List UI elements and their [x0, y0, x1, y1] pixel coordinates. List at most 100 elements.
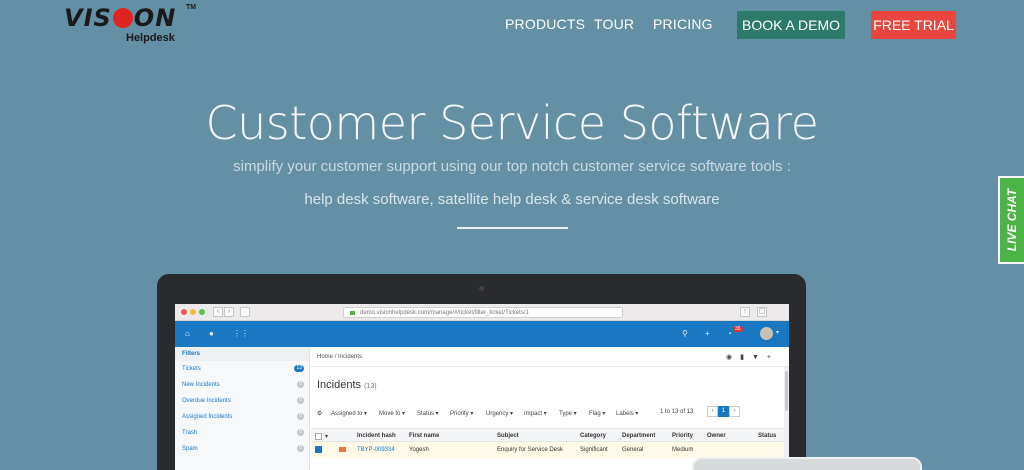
sidebar-toggle-icon[interactable] — [240, 307, 250, 317]
page-title-text: Incidents — [317, 379, 362, 391]
live-chat-button[interactable]: LIVE CHAT — [998, 176, 1024, 264]
book-demo-button[interactable]: BOOK A DEMO — [737, 11, 845, 39]
forward-icon[interactable]: › — [224, 307, 234, 317]
breadcrumb-current: Incidents — [338, 354, 363, 360]
filter-icon[interactable]: ▼ — [752, 354, 767, 361]
sidebar-item-label: Overdue Incidents — [182, 398, 231, 404]
flag-icon — [339, 447, 346, 452]
home-icon[interactable]: ⌂ — [185, 329, 190, 338]
camera-dot — [479, 286, 484, 291]
assigned-to-dropdown[interactable]: Assigned to ▾ — [331, 410, 367, 417]
row-checkbox[interactable] — [315, 446, 322, 453]
sidebar-item-count: 13 — [294, 365, 304, 372]
free-trial-button[interactable]: FREE TRIAL — [871, 11, 956, 39]
incidents-panel: Home / Incidents ◉▮▼+ Incidents (13) ⚙ A… — [311, 347, 789, 470]
share-icon[interactable]: ↑ — [740, 307, 750, 317]
col-incident-hash[interactable]: Incident hash — [357, 433, 396, 439]
back-icon[interactable]: ‹ — [213, 307, 223, 317]
flag-dropdown[interactable]: Flag ▾ — [589, 410, 605, 417]
apps-grid-icon[interactable]: ⋮⋮ — [233, 329, 249, 338]
logo-wordmark: VIS ON — [64, 4, 177, 32]
cell-first-name: Yogesh — [409, 447, 429, 453]
cell-department: General — [622, 447, 644, 453]
labels-dropdown[interactable]: Labels ▾ — [616, 410, 638, 417]
col-subject[interactable]: Subject — [497, 433, 519, 439]
col-category[interactable]: Category — [580, 433, 606, 439]
close-window-icon[interactable] — [181, 309, 187, 315]
sidebar-item-label: Tickets — [182, 366, 201, 372]
sidebar-item-assigned-incidents[interactable]: Assigned Incidents 0 — [175, 409, 309, 425]
sidebar-item-count: 0 — [297, 397, 304, 404]
cell-incident-hash[interactable]: TBYP-009334 — [357, 447, 395, 453]
notification-badge: 35 — [733, 326, 743, 332]
select-all-checkbox[interactable] — [315, 433, 322, 440]
col-department[interactable]: Department — [622, 433, 655, 439]
sidebar-item-trash[interactable]: Trash 0 — [175, 425, 309, 441]
impact-dropdown[interactable]: Impact ▾ — [524, 410, 547, 417]
view-actions: ◉▮▼+ — [726, 353, 779, 361]
maximize-window-icon[interactable] — [199, 309, 205, 315]
hero-divider — [457, 227, 568, 229]
type-dropdown[interactable]: Type ▾ — [559, 410, 577, 417]
col-owner[interactable]: Owner — [707, 433, 726, 439]
status-dropdown[interactable]: Status ▾ — [417, 410, 439, 417]
sidebar-item-tickets[interactable]: Tickets 13 — [175, 361, 309, 377]
eye-icon[interactable]: ◉ — [726, 354, 740, 361]
hero-subtitle-2: help desk software, satellite help desk … — [304, 191, 720, 208]
url-bar[interactable]: demo.visionhelpdesk.com/manage/#/ticket/… — [343, 307, 623, 318]
avatar[interactable] — [760, 327, 773, 340]
chevron-down-icon[interactable]: ▾ — [776, 329, 779, 336]
sidebar-item-label: Assigned Incidents — [182, 414, 233, 420]
move-to-dropdown[interactable]: Move to ▾ — [379, 410, 405, 417]
breadcrumb-home[interactable]: Home — [317, 354, 333, 360]
app-screenshot: ‹ › demo.visionhelpdesk.com/manage/#/tic… — [175, 304, 789, 470]
tabs-icon[interactable]: ▢ — [757, 307, 767, 317]
sidebar-item-count: 0 — [297, 413, 304, 420]
cell-category: Significant — [580, 447, 608, 453]
add-icon[interactable]: + — [705, 329, 710, 338]
cell-subject[interactable]: Enquiry for Service Desk — [497, 447, 563, 453]
url-text: demo.visionhelpdesk.com/manage/#/ticket/… — [360, 310, 529, 316]
logo[interactable]: VIS ON TM Helpdesk — [64, 4, 196, 46]
minimize-window-icon[interactable] — [190, 309, 196, 315]
page-title: Incidents (13) — [317, 379, 377, 391]
next-page-button[interactable]: › — [729, 406, 740, 417]
user-icon[interactable]: ● — [209, 329, 214, 338]
laptop-mockup: ‹ › demo.visionhelpdesk.com/manage/#/tic… — [157, 274, 806, 470]
urgency-dropdown[interactable]: Urgency ▾ — [486, 410, 513, 417]
logo-subtitle: Helpdesk — [126, 32, 175, 44]
search-icon[interactable]: ⚲ — [682, 329, 688, 338]
lock-icon — [350, 311, 355, 315]
notifications-icon[interactable]: ◔ — [727, 329, 732, 338]
prev-page-button[interactable]: ‹ — [707, 406, 718, 417]
hero-title: Customer Service Software — [205, 96, 819, 150]
col-status[interactable]: Status — [758, 433, 776, 439]
col-first-name[interactable]: First name — [409, 433, 439, 439]
sidebar-item-overdue-incidents[interactable]: Overdue Incidents 0 — [175, 393, 309, 409]
hero-subtitle-1: simplify your customer support using our… — [233, 158, 791, 175]
nav-products[interactable]: PRODUCTS — [505, 16, 585, 32]
nav-pricing[interactable]: PRICING — [653, 16, 713, 32]
nav-tour[interactable]: TOUR — [594, 16, 634, 32]
sidebar-item-count: 0 — [297, 381, 304, 388]
sidebar-item-label: New Incidents — [182, 382, 220, 388]
add-menu-icon[interactable]: + — [767, 354, 779, 361]
table-row[interactable]: TBYP-009334 Yogesh Enquiry for Service D… — [311, 442, 789, 458]
breadcrumb: Home / Incidents ◉▮▼+ — [311, 347, 789, 367]
phone-mockup — [692, 457, 922, 470]
scrollbar-thumb[interactable] — [785, 371, 788, 411]
browser-toolbar: ‹ › demo.visionhelpdesk.com/manage/#/tic… — [175, 304, 789, 321]
col-priority[interactable]: Priority — [672, 433, 693, 439]
current-page-button[interactable]: 1 — [718, 406, 729, 417]
bookmark-icon[interactable]: ▮ — [740, 354, 752, 361]
sidebar-item-spam[interactable]: Spam 0 — [175, 441, 309, 457]
priority-dropdown[interactable]: Priority ▾ — [450, 410, 473, 417]
live-chat-label: LIVE CHAT — [1005, 188, 1020, 252]
sidebar-item-count: 0 — [297, 445, 304, 452]
pagination-range: 1 to 13 of 13 — [660, 409, 694, 415]
cell-priority: Medium — [672, 447, 694, 453]
settings-icon[interactable]: ⚙ — [317, 410, 322, 417]
select-menu-chevron-icon[interactable]: ▾ — [325, 433, 328, 440]
sidebar-item-new-incidents[interactable]: New Incidents 0 — [175, 377, 309, 393]
scrollbar[interactable] — [784, 367, 789, 470]
